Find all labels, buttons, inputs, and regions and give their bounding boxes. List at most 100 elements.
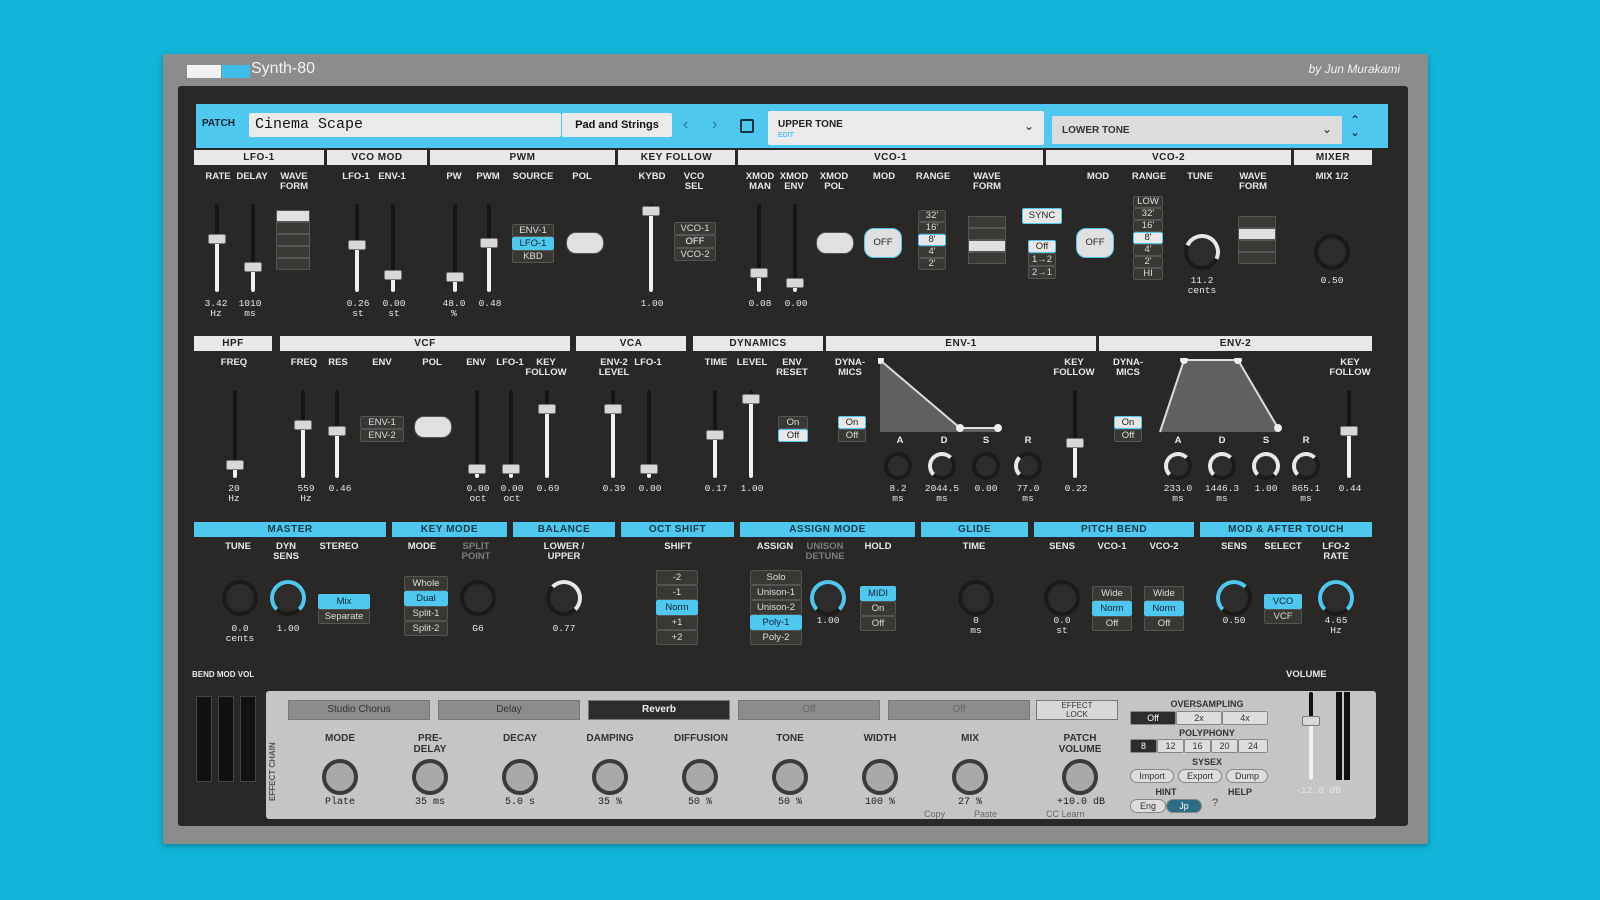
os-2x[interactable]: 2x (1176, 711, 1222, 725)
keymode-split2[interactable]: Split-2 (404, 621, 448, 636)
fx-slot-5[interactable]: Off (888, 700, 1030, 720)
vco2-sync-1to2[interactable]: 1→2 (1028, 253, 1056, 266)
collapse-toggle-icon[interactable]: ⌃ ⌄ (1350, 114, 1360, 138)
env1-decay-knob[interactable] (928, 452, 956, 480)
fx-tone-knob[interactable] (772, 759, 808, 795)
vcf-res-slider[interactable] (328, 390, 346, 478)
vco1-range-16[interactable]: 16' (918, 222, 946, 234)
lower-tone-select[interactable]: LOWER TONE ⌄ (1052, 116, 1342, 144)
master-dyn-knob[interactable] (270, 580, 306, 616)
vcosel-off[interactable]: OFF (674, 235, 716, 248)
vco1-xpol-toggle[interactable] (816, 232, 854, 254)
dynamics-level-slider[interactable] (742, 390, 760, 478)
pb-vco1-norm[interactable]: Norm (1092, 601, 1132, 616)
assign-poly2[interactable]: Poly-2 (750, 630, 802, 645)
hold-midi[interactable]: MIDI (860, 586, 896, 601)
octshift-minus1[interactable]: -1 (656, 585, 698, 600)
os-4x[interactable]: 4x (1222, 711, 1268, 725)
vco1-wave-square[interactable] (968, 252, 1006, 264)
hint-jp[interactable]: Jp (1166, 799, 1202, 813)
keymode-whole[interactable]: Whole (404, 576, 448, 591)
keymode-dual[interactable]: Dual (404, 591, 448, 606)
vco1-wave-saw[interactable] (968, 216, 1006, 228)
fx-decay-knob[interactable] (502, 759, 538, 795)
dynamics-reset-on[interactable]: On (778, 416, 808, 429)
dynamics-time-slider[interactable] (706, 390, 724, 478)
fx-slot-4[interactable]: Off (738, 700, 880, 720)
wave-sawdown-button[interactable] (276, 234, 310, 246)
mixer-mix-knob[interactable] (1314, 234, 1350, 270)
pwm-source-lfo1[interactable]: LFO-1 (512, 237, 554, 250)
fx-damping-knob[interactable] (592, 759, 628, 795)
save-patch-icon[interactable] (740, 119, 754, 133)
keymode-split-knob[interactable] (460, 580, 496, 616)
vco1-range-4[interactable]: 4' (918, 246, 946, 258)
effect-lock-button[interactable]: EFFECT LOCK (1036, 700, 1118, 720)
vco2-range-4[interactable]: 4' (1133, 244, 1163, 256)
fx-width-knob[interactable] (862, 759, 898, 795)
vco1-xman-slider[interactable] (750, 204, 768, 292)
hold-on[interactable]: On (860, 601, 896, 616)
mod-lfo2-knob[interactable] (1318, 580, 1354, 616)
env2-decay-knob[interactable] (1208, 452, 1236, 480)
vcf-env-env1[interactable]: ENV-1 (360, 416, 404, 429)
vco2-range-2[interactable]: 2' (1133, 256, 1163, 268)
env1-graph[interactable] (878, 358, 1018, 434)
dynamics-reset-off[interactable]: Off (778, 429, 808, 442)
vco2-wave-noise[interactable] (1238, 252, 1276, 264)
vcf-freq-slider[interactable] (294, 390, 312, 478)
lfo1-rate-slider[interactable] (208, 204, 226, 292)
wave-square-button[interactable] (276, 246, 310, 258)
mod-select-vco[interactable]: VCO (1264, 594, 1302, 609)
vco1-wave-sawdown[interactable] (968, 228, 1006, 240)
hint-eng[interactable]: Eng (1130, 799, 1166, 813)
vco2-range-16[interactable]: 16' (1133, 220, 1163, 232)
sysex-export[interactable]: Export (1178, 769, 1222, 783)
vco1-xenv-slider[interactable] (786, 204, 804, 292)
vco2-range-hi[interactable]: HI (1133, 268, 1163, 280)
octshift-plus1[interactable]: +1 (656, 615, 698, 630)
hpf-freq-slider[interactable] (226, 390, 244, 478)
vco2-range-low[interactable]: LOW (1133, 196, 1163, 208)
wave-saw-button[interactable] (276, 222, 310, 234)
env2-dyna-on[interactable]: On (1114, 416, 1142, 429)
cc-learn-button[interactable]: CC Learn (1046, 809, 1085, 819)
vcosel-vco1[interactable]: VCO-1 (674, 222, 716, 235)
env2-dyna-off[interactable]: Off (1114, 429, 1142, 442)
lfo1-delay-slider[interactable] (244, 204, 262, 292)
sysex-import[interactable]: Import (1130, 769, 1174, 783)
vco2-sync-2to1[interactable]: 2→1 (1028, 266, 1056, 279)
patch-volume-knob[interactable] (1062, 759, 1098, 795)
poly-8[interactable]: 8 (1130, 739, 1157, 753)
vca-env2-slider[interactable] (604, 390, 622, 478)
assign-poly1[interactable]: Poly-1 (750, 615, 802, 630)
octshift-plus2[interactable]: +2 (656, 630, 698, 645)
pwm-source-kbd[interactable]: KBD (512, 250, 554, 263)
vco1-range-32[interactable]: 32' (918, 210, 946, 222)
vcf-lfo1-slider[interactable] (502, 390, 520, 478)
unison-detune-knob[interactable] (810, 580, 846, 616)
help-icon[interactable]: ? (1212, 797, 1218, 809)
poly-16[interactable]: 16 (1184, 739, 1211, 753)
env2-release-knob[interactable] (1292, 452, 1320, 480)
mod-wheel[interactable] (218, 696, 234, 782)
env1-attack-knob[interactable] (884, 452, 912, 480)
copy-button[interactable]: Copy (924, 809, 945, 819)
os-off[interactable]: Off (1130, 711, 1176, 725)
vcf-env-env2[interactable]: ENV-2 (360, 429, 404, 442)
vcf-pol-toggle[interactable] (414, 416, 452, 438)
pitchbend-sens-knob[interactable] (1044, 580, 1080, 616)
vca-lfo1-slider[interactable] (640, 390, 658, 478)
wave-sine-button[interactable] (276, 210, 310, 222)
vco2-sync-off[interactable]: Off (1028, 240, 1056, 253)
assign-solo[interactable]: Solo (750, 570, 802, 585)
env1-sustain-knob[interactable] (972, 452, 1000, 480)
fx-slot-1[interactable]: Studio Chorus (288, 700, 430, 720)
vco1-range-2[interactable]: 2' (918, 258, 946, 270)
vco1-mod-toggle[interactable]: OFF (864, 228, 902, 258)
vco2-wave-sawdown[interactable] (1238, 228, 1276, 240)
vol-wheel[interactable] (240, 696, 256, 782)
fx-slot-3[interactable]: Reverb (588, 700, 730, 720)
poly-24[interactable]: 24 (1238, 739, 1268, 753)
poly-12[interactable]: 12 (1157, 739, 1184, 753)
